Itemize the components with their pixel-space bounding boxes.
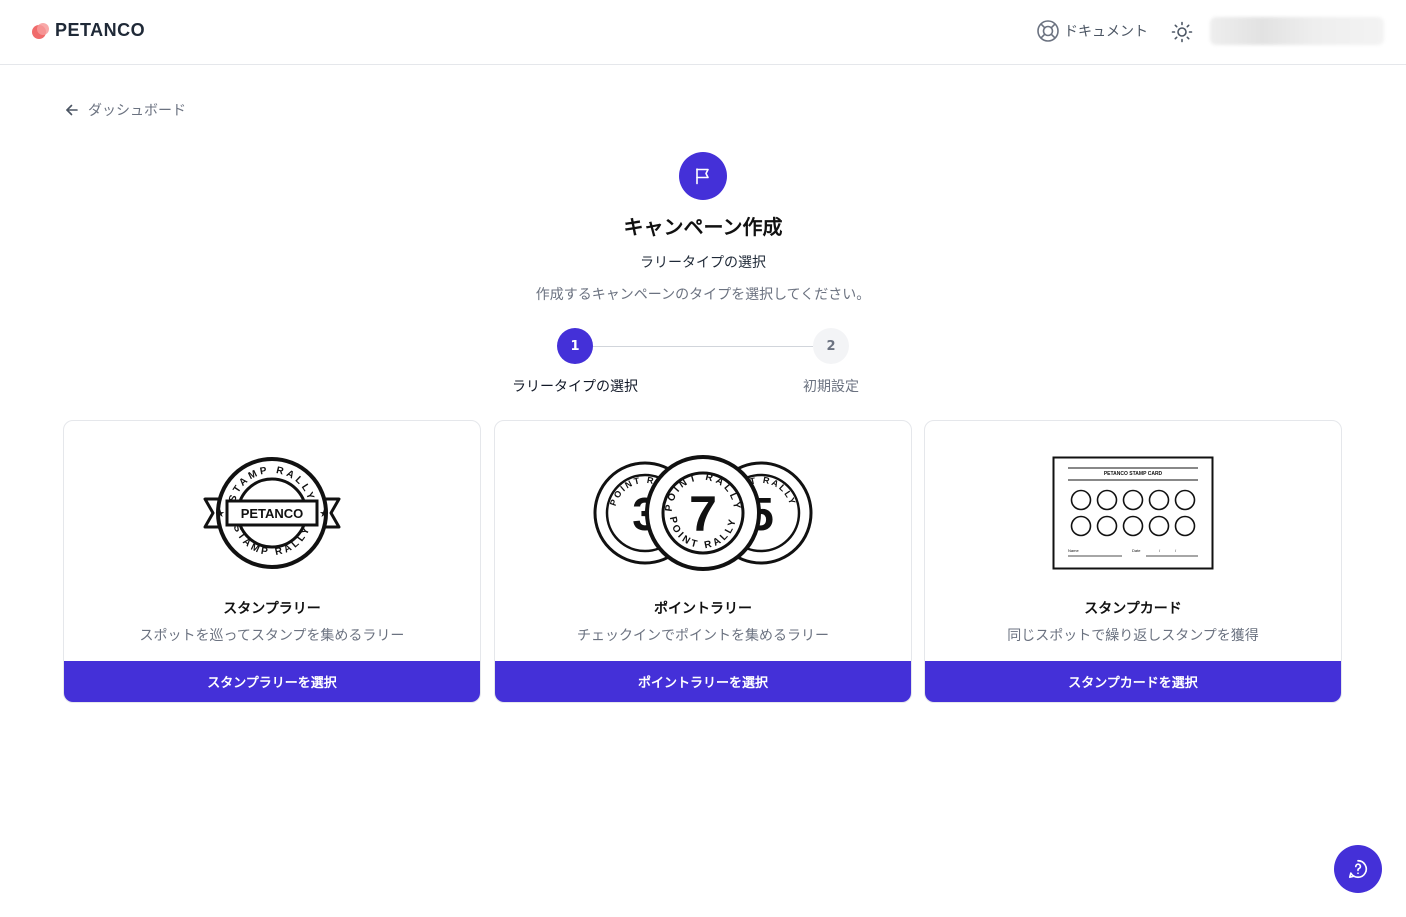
- page-description: 作成するキャンペーンのタイプを選択してください。: [535, 287, 871, 303]
- documentation-label: ドキュメント: [1064, 24, 1148, 40]
- point-rally-coins-icon: POINT RALLY 3 POINT RALLY 5 POINT RALLY …: [593, 455, 813, 571]
- step-2-label: 初期設定: [803, 379, 859, 395]
- svg-text:PETANCO: PETANCO: [241, 506, 304, 521]
- svg-text:Name: Name: [1068, 548, 1079, 553]
- help-circle-icon: [1348, 859, 1368, 879]
- select-stamp-card-button[interactable]: スタンプカードを選択: [925, 661, 1341, 702]
- stamp-card-title: スタンプカード: [1084, 601, 1182, 617]
- stamp-rally-description: スポットを巡ってスタンプを集めるラリー: [139, 628, 405, 644]
- point-rally-illustration: POINT RALLY 3 POINT RALLY 5 POINT RALLY …: [495, 443, 911, 583]
- stamp-rally-illustration: STAMP RALLY STAMP RALLY PETANCO ★ ★: [64, 443, 480, 583]
- stamp-card-card[interactable]: PETANCO STAMP CARD Name Date / / スタンプカード…: [924, 420, 1342, 703]
- stamp-card-icon: PETANCO STAMP CARD Name Date / /: [1052, 456, 1214, 570]
- point-rally-description: チェックインでポイントを集めるラリー: [577, 628, 829, 644]
- help-chat-button[interactable]: [1334, 845, 1382, 893]
- svg-text:Date: Date: [1132, 548, 1141, 553]
- svg-text:7: 7: [689, 486, 717, 542]
- flag-icon: [696, 168, 709, 185]
- svg-text:PETANCO STAMP CARD: PETANCO STAMP CARD: [1104, 471, 1163, 477]
- point-rally-card[interactable]: POINT RALLY 3 POINT RALLY 5 POINT RALLY …: [494, 420, 912, 703]
- page-icon-badge: [679, 152, 727, 200]
- svg-text:★: ★: [319, 507, 329, 520]
- brand-logo[interactable]: PETANCO: [31, 20, 145, 41]
- svg-text:★: ★: [215, 507, 225, 520]
- back-to-dashboard-link[interactable]: ダッシュボード: [64, 100, 186, 120]
- point-rally-title: ポイントラリー: [654, 601, 752, 617]
- select-stamp-rally-button[interactable]: スタンプラリーを選択: [64, 661, 480, 702]
- documentation-link[interactable]: ドキュメント: [1036, 19, 1148, 43]
- step-2-indicator: 2: [813, 328, 849, 364]
- theme-toggle-button[interactable]: [1170, 20, 1194, 44]
- step-1-indicator: 1: [557, 328, 593, 364]
- sun-icon: [1171, 21, 1193, 43]
- page-subtitle: ラリータイプの選択: [640, 255, 766, 271]
- stamp-card-illustration: PETANCO STAMP CARD Name Date / /: [925, 443, 1341, 583]
- account-menu-button[interactable]: [1210, 17, 1384, 45]
- stepper-connector: [593, 346, 813, 347]
- page-title: キャンペーン作成: [623, 215, 783, 239]
- stamp-rally-badge-icon: STAMP RALLY STAMP RALLY PETANCO ★ ★: [203, 457, 341, 569]
- stamp-rally-card[interactable]: STAMP RALLY STAMP RALLY PETANCO ★ ★ スタンプ…: [63, 420, 481, 703]
- back-label: ダッシュボード: [88, 103, 186, 119]
- petanco-logo-icon: [32, 22, 49, 39]
- top-header: PETANCO ドキュメント: [0, 0, 1406, 65]
- lifebuoy-icon: [1037, 20, 1059, 42]
- arrow-left-icon: [66, 104, 78, 116]
- stamp-rally-title: スタンプラリー: [223, 601, 321, 617]
- stamp-card-description: 同じスポットで繰り返しスタンプを獲得: [1007, 628, 1259, 644]
- brand-name: PETANCO: [55, 20, 146, 40]
- step-1-label: ラリータイプの選択: [512, 379, 638, 395]
- select-point-rally-button[interactable]: ポイントラリーを選択: [495, 661, 911, 702]
